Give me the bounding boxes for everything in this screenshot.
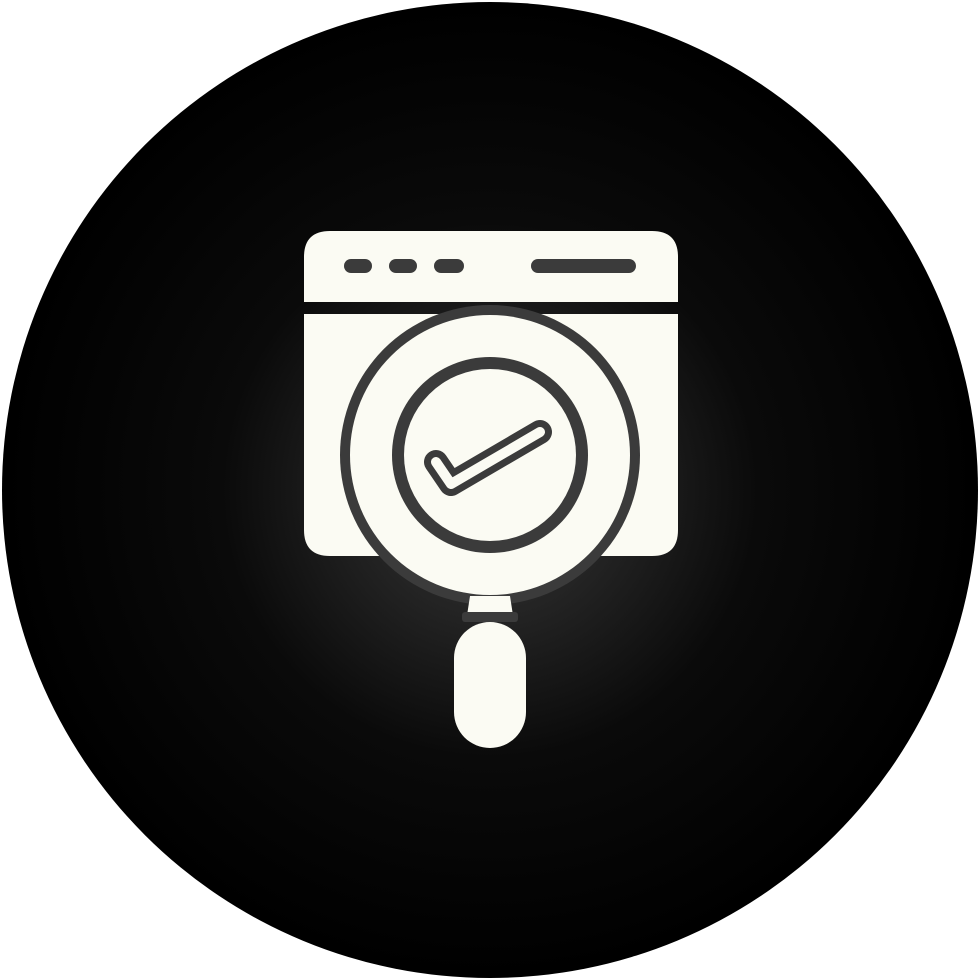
magnifier-handle [454, 622, 526, 748]
handle-collar [462, 612, 518, 622]
icon-canvas [0, 0, 980, 980]
website-verified-search-icon [2, 2, 978, 978]
window-dot-1 [344, 259, 372, 273]
window-dot-2 [389, 259, 417, 273]
window-dot-3 [434, 259, 464, 273]
address-bar [531, 259, 636, 273]
